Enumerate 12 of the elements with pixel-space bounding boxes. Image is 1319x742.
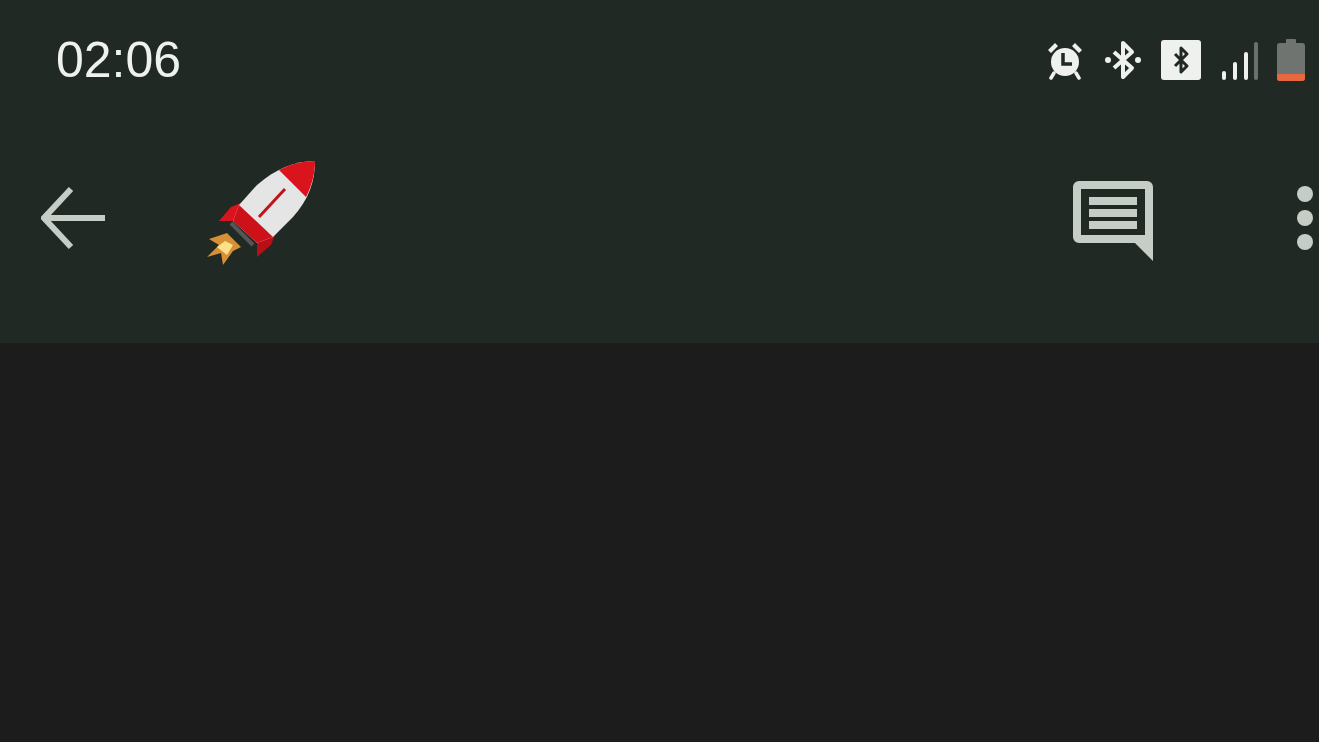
more-options-icon [1297,185,1313,250]
message-button[interactable] [1073,180,1153,261]
back-button[interactable] [41,185,105,250]
signal-icon [1222,40,1258,80]
back-arrow-icon [41,185,105,250]
bluetooth-icon [1161,40,1201,80]
status-time: 02:06 [56,35,182,85]
bluetooth-icon [1104,39,1142,81]
message-icon [1073,180,1153,261]
more-options-button[interactable] [1297,185,1313,250]
rocket-icon [205,158,317,267]
battery-icon [1277,39,1305,81]
